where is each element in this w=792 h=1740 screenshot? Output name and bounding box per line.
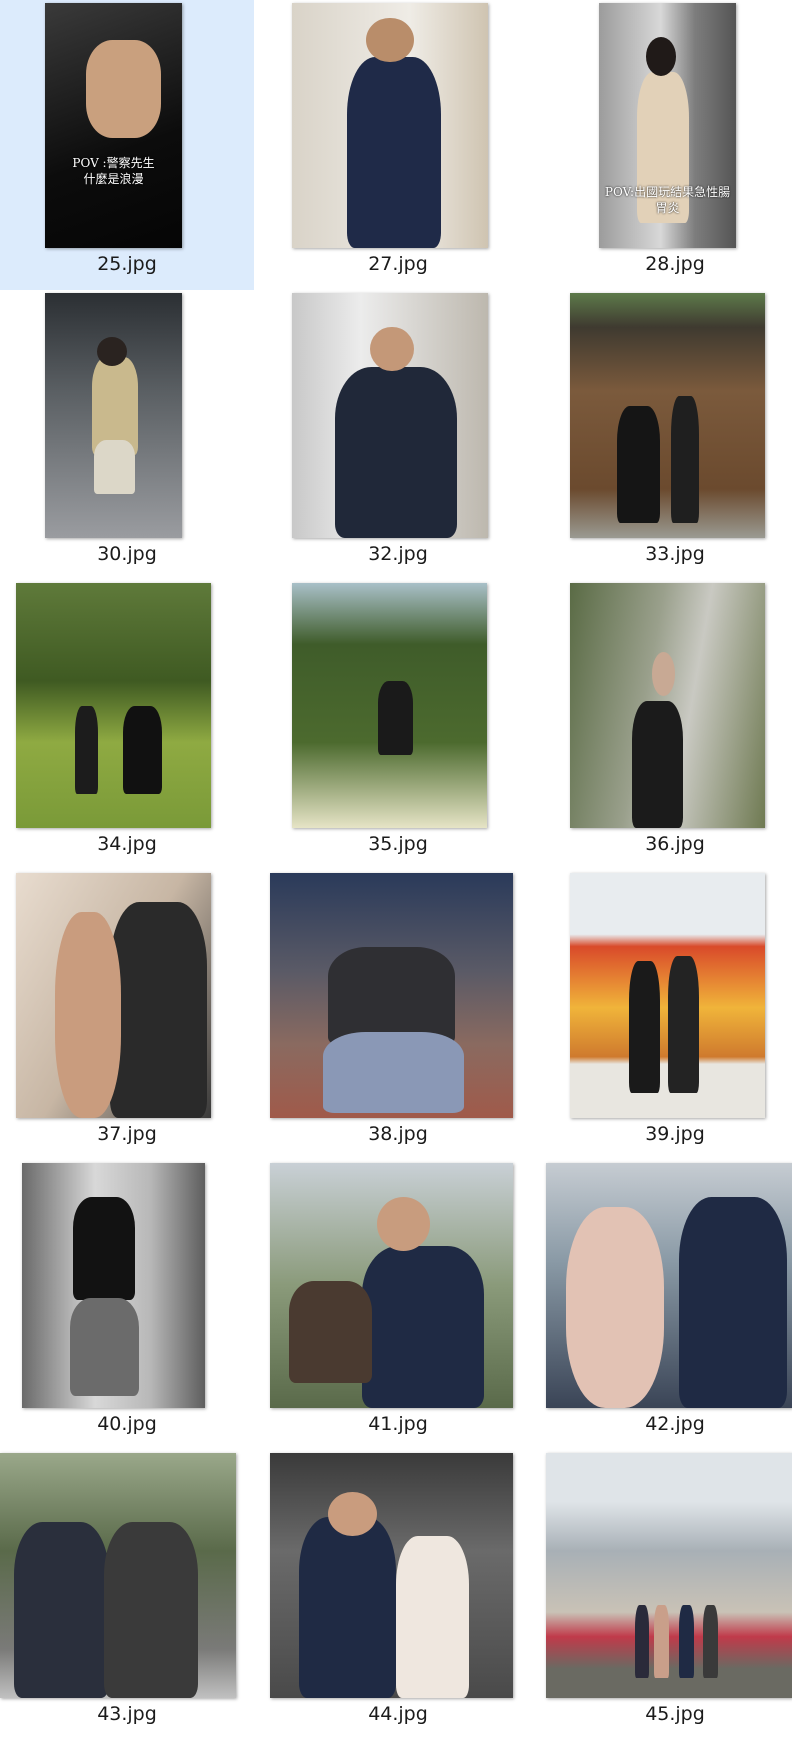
file-name-label: 30.jpg <box>97 543 157 565</box>
photo-subject <box>671 395 699 524</box>
photo-subject <box>74 705 98 794</box>
file-thumbnail-image[interactable] <box>16 873 211 1118</box>
file-thumbnail-image[interactable] <box>292 293 488 538</box>
file-thumbnail-image[interactable] <box>270 1453 513 1698</box>
photo-subject <box>366 17 414 62</box>
photo-subject <box>377 681 413 755</box>
photo-subject <box>299 1516 397 1698</box>
photo-subject <box>55 912 122 1118</box>
file-name-label: 40.jpg <box>97 1413 157 1435</box>
photo-subject <box>289 1280 373 1384</box>
photo-subject <box>565 1207 665 1408</box>
file-tile[interactable]: 42.jpg <box>546 1160 792 1450</box>
photo-subject <box>678 1197 788 1408</box>
file-name-label: 32.jpg <box>368 543 428 565</box>
file-thumbnail-image[interactable] <box>570 873 765 1118</box>
photo-subject <box>667 956 699 1094</box>
file-name-label: 38.jpg <box>368 1123 428 1145</box>
file-tile[interactable]: POV :警察先生 什麼是浪漫 25.jpg <box>0 0 254 290</box>
file-name-label: 42.jpg <box>645 1413 705 1435</box>
photo-subject <box>109 902 208 1118</box>
file-tile[interactable]: 38.jpg <box>270 870 525 1160</box>
photo-subject <box>396 1536 470 1698</box>
file-tile[interactable]: 27.jpg <box>271 0 525 290</box>
file-name-label: 37.jpg <box>97 1123 157 1145</box>
file-thumbnail-image[interactable]: POV :警察先生 什麼是浪漫 <box>45 3 182 248</box>
photo-subject <box>616 405 660 524</box>
file-tile[interactable]: 32.jpg <box>271 290 525 580</box>
photo-background <box>16 583 211 828</box>
file-name-label: 41.jpg <box>368 1413 428 1435</box>
photo-background <box>546 1453 792 1698</box>
file-tile[interactable]: 41.jpg <box>270 1160 525 1450</box>
file-tile[interactable]: 37.jpg <box>0 870 254 1160</box>
file-thumbnail-image[interactable] <box>22 1163 205 1408</box>
file-thumbnail-image[interactable] <box>270 873 513 1118</box>
photo-subject <box>634 1604 650 1679</box>
file-thumbnail-image[interactable] <box>570 293 765 538</box>
file-thumbnail-grid: POV :警察先生 什麼是浪漫 25.jpg 27.jpg POV:出國玩結果急性腸胃炎… <box>0 0 792 1725</box>
photo-subject <box>103 1521 199 1698</box>
photo-subject <box>69 1297 140 1396</box>
photo-subject <box>346 56 441 248</box>
photo-subject <box>678 1604 694 1679</box>
photo-subject <box>645 37 676 77</box>
file-name-label: 36.jpg <box>645 833 705 855</box>
photo-subject <box>632 700 684 828</box>
photo-subject <box>654 1604 669 1679</box>
photo-caption-overlay: POV :警察先生 什麼是浪漫 <box>45 155 182 187</box>
photo-subject <box>370 327 414 372</box>
file-tile[interactable]: 36.jpg <box>548 580 792 870</box>
file-tile[interactable]: 35.jpg <box>271 580 525 870</box>
overlay-text-line: POV:出國玩結果急性腸胃炎 <box>604 185 731 216</box>
photo-subject <box>123 705 163 794</box>
file-thumbnail-image[interactable] <box>16 583 211 828</box>
photo-subject <box>335 366 457 538</box>
file-tile[interactable]: 43.jpg <box>0 1450 254 1740</box>
photo-subject <box>73 1197 136 1301</box>
file-tile[interactable]: 40.jpg <box>0 1160 254 1450</box>
photo-subject <box>362 1246 484 1408</box>
file-name-label: 28.jpg <box>645 253 705 275</box>
file-tile[interactable]: 45.jpg <box>546 1450 792 1740</box>
photo-subject <box>703 1604 719 1679</box>
file-name-label: 34.jpg <box>97 833 157 855</box>
overlay-text-line: 什麼是浪漫 <box>83 171 144 186</box>
file-thumbnail-image[interactable] <box>546 1163 792 1408</box>
file-tile[interactable]: 30.jpg <box>0 290 254 580</box>
file-name-label: 33.jpg <box>645 543 705 565</box>
photo-caption-overlay: POV:出國玩結果急性腸胃炎 <box>599 184 736 216</box>
file-tile[interactable]: 34.jpg <box>0 580 254 870</box>
photo-subject <box>94 440 136 494</box>
file-tile[interactable]: 44.jpg <box>270 1450 525 1740</box>
photo-subject <box>328 946 455 1045</box>
photo-subject <box>323 1032 465 1114</box>
file-thumbnail-image[interactable] <box>0 1453 236 1698</box>
file-thumbnail-image[interactable] <box>292 3 488 248</box>
overlay-text-line: POV :警察先生 <box>72 155 155 170</box>
file-thumbnail-image[interactable] <box>546 1453 792 1698</box>
file-tile[interactable]: 33.jpg <box>548 290 792 580</box>
file-tile[interactable]: POV:出國玩結果急性腸胃炎 28.jpg <box>548 0 792 290</box>
file-name-label: 25.jpg <box>97 253 157 275</box>
photo-subject <box>86 39 162 138</box>
file-thumbnail-image[interactable]: POV:出國玩結果急性腸胃炎 <box>599 3 736 248</box>
photo-subject <box>628 961 660 1094</box>
photo-subject <box>651 651 676 696</box>
file-tile[interactable]: 39.jpg <box>548 870 792 1160</box>
file-name-label: 27.jpg <box>368 253 428 275</box>
photo-subject <box>328 1492 377 1537</box>
file-name-label: 39.jpg <box>645 1123 705 1145</box>
file-thumbnail-image[interactable] <box>270 1163 513 1408</box>
file-name-label: 35.jpg <box>368 833 428 855</box>
photo-background <box>570 293 765 538</box>
file-thumbnail-image[interactable] <box>45 293 182 538</box>
file-thumbnail-image[interactable] <box>292 583 487 828</box>
photo-subject <box>14 1521 109 1698</box>
file-thumbnail-image[interactable] <box>570 583 765 828</box>
